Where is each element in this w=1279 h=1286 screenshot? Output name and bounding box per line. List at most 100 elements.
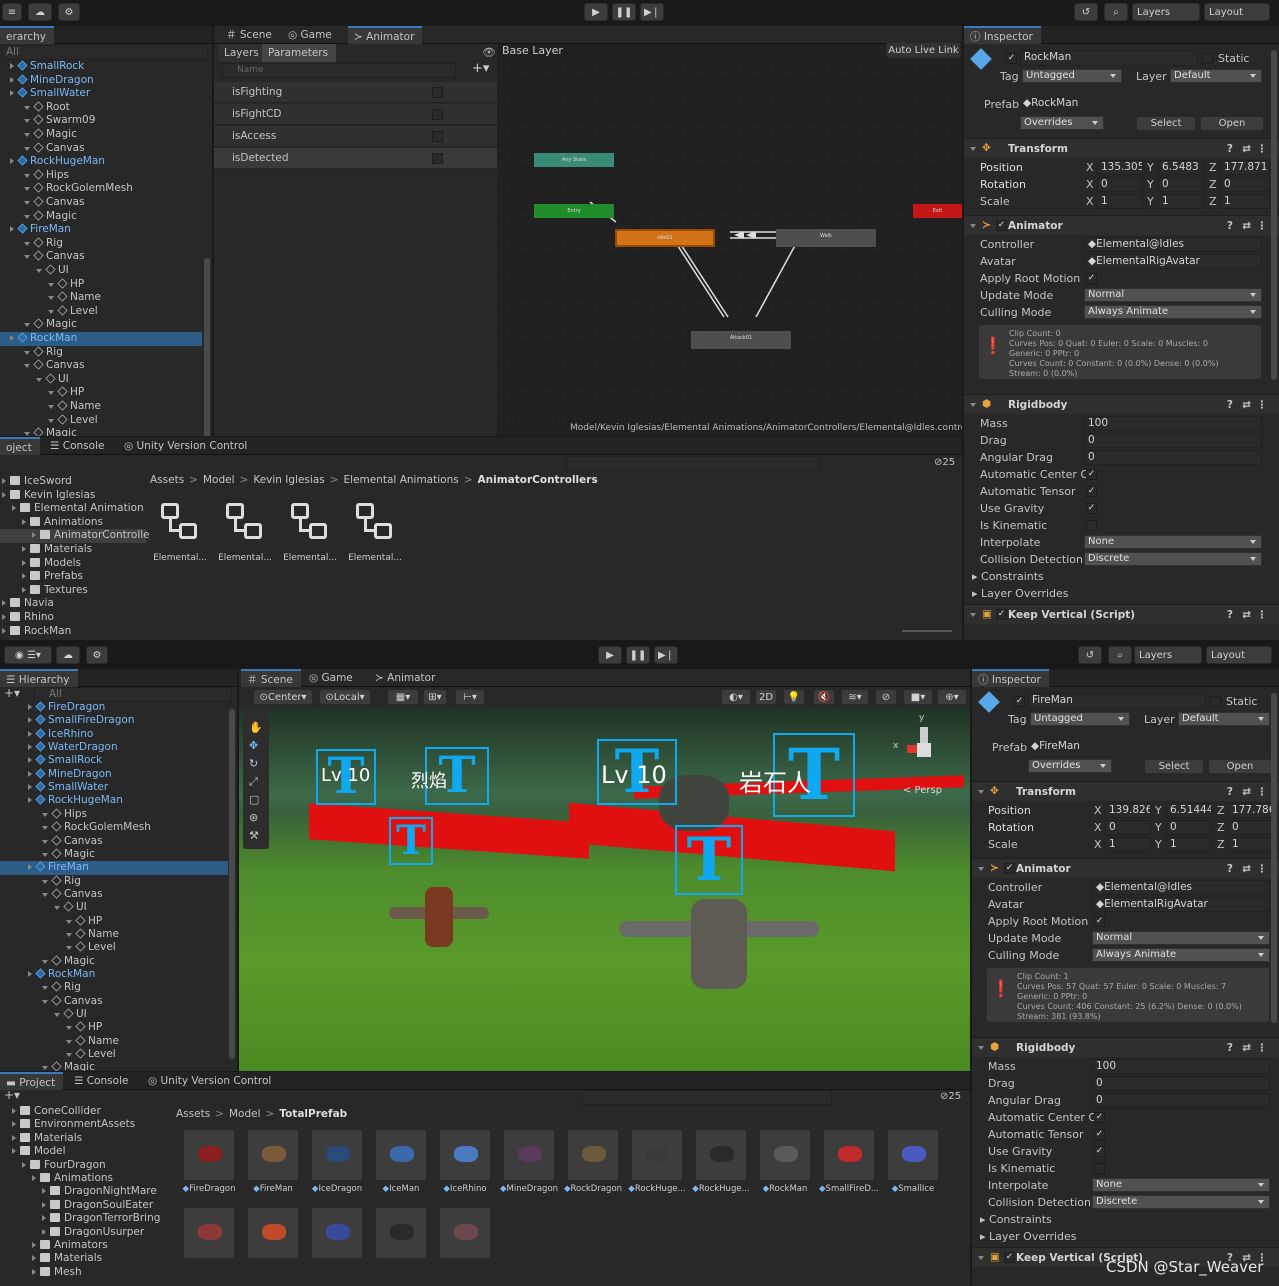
expand-arrow-icon[interactable] [24,105,30,110]
tab-game[interactable]: ◎ Game [303,669,361,687]
parameter-row[interactable]: isAccess [214,126,497,147]
auto-live-link-button[interactable]: Auto Live Link [886,42,961,58]
parameter-checkbox[interactable] [432,109,443,120]
visibility-icon[interactable]: ⊘ [875,689,897,705]
parameter-row[interactable]: isFighting [214,82,497,103]
expand-arrow-icon[interactable] [28,717,32,724]
asset-item[interactable] [370,1208,432,1258]
hierarchy-row[interactable]: Hips [0,808,228,822]
hierarchy-row[interactable]: FireMan [0,861,228,875]
interpolate-dropdown[interactable]: None [1084,535,1262,549]
parameter-checkbox[interactable] [432,153,443,164]
overrides-dropdown[interactable]: Overrides [1028,759,1112,773]
expand-arrow-icon[interactable] [42,826,48,831]
hierarchy-row[interactable]: Level [0,305,202,319]
expand-arrow-icon[interactable] [24,119,30,124]
layer-dropdown[interactable]: Default [1170,69,1262,83]
layer-overrides-foldout[interactable]: ▸ Layer Overrides [972,587,1069,600]
account-button[interactable]: ◉ ☰▾ [4,646,52,664]
position-y-field[interactable]: 6.5483 [1158,160,1204,175]
expand-arrow-icon[interactable] [24,241,30,246]
expand-arrow-icon[interactable] [66,919,72,924]
expand-arrow-icon[interactable] [24,255,30,260]
hierarchy-row[interactable]: SmallRock [0,60,202,74]
pivot-local-dropdown[interactable]: ⊙ Local ▾ [319,689,371,705]
hierarchy-row[interactable]: Canvas [0,888,228,902]
mass-field[interactable]: 100 [1092,1059,1270,1074]
hierarchy-row[interactable]: HP [0,1021,228,1035]
avatar-field[interactable]: ◆ElementalRigAvatar [1084,254,1262,269]
asset-item[interactable]: ◆MineDragon [498,1130,560,1194]
component-settings-icon[interactable]: ⇄ [1242,220,1251,232]
expand-arrow-icon[interactable] [22,559,26,566]
hierarchy-row[interactable]: Name [0,928,228,942]
foldout-arrow-icon[interactable] [970,613,976,617]
expand-arrow-icon[interactable] [42,999,48,1004]
expand-arrow-icon[interactable] [24,214,30,219]
search-icon[interactable]: ⌕ [1108,646,1132,664]
project-tree-item[interactable]: DragonSoulEater [0,1199,170,1213]
camera-icon[interactable]: ■▾ [903,689,933,705]
hierarchy-row[interactable]: HP [0,915,228,929]
rotation-y-field[interactable]: 0 [1158,177,1204,192]
project-tree-item[interactable]: Navia [0,597,146,611]
project-tree-item[interactable]: Rhino [0,611,146,625]
project-tree-item[interactable]: Model [0,1145,170,1159]
project-tree-item[interactable]: AnimatorControlle [0,529,150,543]
layers-dropdown[interactable]: Layers [1134,646,1202,664]
expand-arrow-icon[interactable] [24,133,30,137]
name-input[interactable]: RockMan [1020,50,1198,66]
node-any-state[interactable]: Any State [534,153,614,167]
component-settings-icon[interactable]: ⇄ [1242,863,1251,875]
parameter-row[interactable]: isDetected [214,148,497,169]
expand-arrow-icon[interactable] [12,505,16,512]
hand-tool-icon[interactable]: ✋ [249,721,263,734]
is-kinematic-checkbox[interactable] [1094,1163,1105,1174]
expand-arrow-icon[interactable] [42,1188,46,1195]
hierarchy-row[interactable]: Name [0,400,202,414]
drag-field[interactable]: 0 [1084,433,1262,448]
expand-arrow-icon[interactable] [48,309,54,314]
expand-arrow-icon[interactable] [24,323,30,328]
hierarchy-row[interactable]: Swarm09 [0,114,202,128]
expand-arrow-icon[interactable] [28,744,32,751]
expand-arrow-icon[interactable] [32,1255,36,1262]
component-enabled-checkbox[interactable]: ✓ [1004,863,1015,874]
drag-field[interactable]: 0 [1092,1076,1270,1091]
tab-console[interactable]: ☰ Console [68,1072,136,1090]
play-button[interactable]: ▶ [584,3,608,21]
component-help-icon[interactable]: ? [1227,143,1233,155]
position-x-field[interactable]: 139.826 [1105,803,1151,818]
component-settings-icon[interactable]: ⇄ [1242,143,1251,155]
prefab-field[interactable]: ◆FireMan [1028,740,1272,755]
breadcrumb-item[interactable]: AnimatorControllers [478,474,598,486]
asset-item[interactable]: ◆RockMan [754,1130,816,1194]
expand-arrow-icon[interactable] [22,573,26,580]
transform-component[interactable]: ✥ Transform? ⇄ ⋮ [964,138,1279,158]
hierarchy-row[interactable]: Rig [0,346,202,360]
hierarchy-row[interactable]: Hips [0,169,202,183]
hierarchy-row[interactable]: WaterDragon [0,741,228,755]
expand-arrow-icon[interactable] [42,879,48,884]
asset-item[interactable] [178,1208,240,1258]
hierarchy-row[interactable]: Name [0,1035,228,1049]
hierarchy-row[interactable]: UI [0,264,202,278]
node-walk[interactable]: Walk [776,229,876,247]
layer-dropdown[interactable]: Default [1178,712,1270,726]
foldout-arrow-icon[interactable] [978,790,984,794]
foldout-arrow-icon[interactable] [978,1046,984,1050]
hierarchy-row[interactable]: RockGolemMesh [0,821,228,835]
history-icon[interactable]: ↺ [1074,3,1098,21]
expand-arrow-icon[interactable] [42,1201,46,1208]
expand-arrow-icon[interactable] [36,377,42,382]
hierarchy-row[interactable]: Level [0,414,202,428]
move-tool-icon[interactable]: ✥ [249,739,258,752]
project-tree-item[interactable]: DragonTerrorBring [0,1212,170,1226]
expand-arrow-icon[interactable] [10,335,14,341]
hierarchy-row[interactable]: Magic [0,427,202,436]
project-tree-item[interactable]: Elemental Animation [0,502,146,516]
breadcrumb-item[interactable]: Kevin Iglesias [253,474,324,486]
lighting-icon[interactable]: 💡 [783,689,805,705]
tab-project[interactable]: oject [0,437,40,455]
hierarchy-row[interactable]: RockMan [0,332,202,346]
